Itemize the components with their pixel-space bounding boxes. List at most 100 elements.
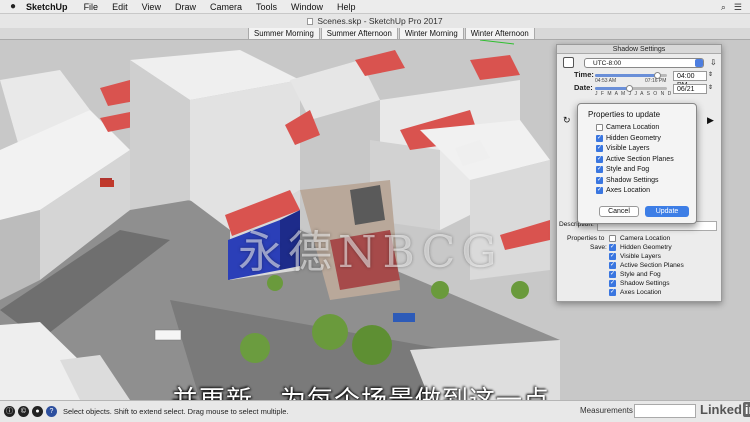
credits-icon[interactable]: © [18, 406, 29, 417]
brand-in-badge: in [742, 402, 750, 417]
checkbox-icon[interactable]: ✓ [596, 155, 603, 163]
app-name[interactable]: SketchUp [26, 2, 68, 12]
timezone-value: UTC-8:00 [593, 59, 622, 67]
menu-bar: ● SketchUp File Edit View Draw Camera To… [0, 0, 750, 14]
shadow-toggle-icon[interactable] [563, 57, 574, 68]
status-bar: ⓘ © ● ? Select objects. Shift to extend … [0, 400, 750, 422]
save-shadow-settings[interactable]: ✓ Shadow Settings [609, 280, 670, 287]
measurements-label: Measurements [580, 406, 633, 415]
update-button[interactable]: Update [645, 206, 689, 217]
save-active-section-planes[interactable]: ✓ Active Section Planes [609, 262, 684, 269]
option-label: Axes Location [606, 187, 650, 194]
time-slider-fill [595, 74, 657, 77]
option-label: Visible Layers [606, 145, 650, 152]
checkbox-icon[interactable]: ✓ [596, 187, 603, 194]
document-icon [307, 17, 314, 25]
checkbox-icon[interactable]: ✓ [609, 253, 616, 260]
menu-tools[interactable]: Tools [256, 2, 277, 12]
update-axes-location[interactable]: ✓ Axes Location [596, 187, 650, 194]
option-label: Shadow Settings [606, 176, 659, 184]
menu-file[interactable]: File [84, 2, 99, 12]
checkbox-icon[interactable]: ✓ [609, 271, 616, 278]
measurements-field[interactable] [634, 404, 696, 418]
save-visible-layers[interactable]: ✓ Visible Layers [609, 253, 661, 260]
option-label: Camera Location [606, 124, 660, 131]
option-label: Shadow Settings [620, 280, 670, 287]
time-slider[interactable] [595, 72, 667, 79]
save-style-and-fog[interactable]: ✓ Style and Fog [609, 271, 661, 278]
time-field[interactable]: 04:00 PM [673, 71, 707, 89]
update-style-and-fog[interactable]: ✓ Style and Fog [596, 166, 649, 173]
menu-draw[interactable]: Draw [175, 2, 196, 12]
chevron-down-icon [695, 58, 703, 67]
refresh-icon[interactable]: ↻ [563, 115, 571, 126]
brand-text: Linked [700, 402, 742, 417]
scene-tabs-bar: Summer Morning Summer Afternoon Winter M… [0, 28, 750, 40]
checkbox-icon[interactable]: ✓ [596, 145, 603, 152]
tab-summer-morning[interactable]: Summer Morning [248, 28, 320, 40]
option-label: Visible Layers [620, 253, 661, 260]
tab-winter-afternoon[interactable]: Winter Afternoon [464, 28, 535, 40]
option-label: Active Section Planes [606, 155, 674, 163]
checkbox-icon[interactable]: ✓ [596, 134, 603, 142]
month-ticks: J F M A M J J A S O N D [595, 91, 673, 97]
cancel-button[interactable]: Cancel [599, 206, 639, 217]
properties-to-update-dialog: Properties to update Camera Location ✓ Hi… [577, 103, 697, 224]
expand-icon[interactable]: ⇩ [710, 58, 717, 67]
save-camera-location[interactable]: Camera Location [609, 235, 670, 242]
watermark-text: 永德NBCG [238, 227, 503, 278]
update-shadow-settings[interactable]: ✓ Shadow Settings [596, 176, 659, 184]
window-titlebar: Scenes.skp - SketchUp Pro 2017 [0, 14, 750, 28]
date-slider[interactable] [595, 85, 667, 92]
checkbox-icon[interactable]: ✓ [596, 166, 603, 173]
menu-camera[interactable]: Camera [210, 2, 242, 12]
date-label: Date: [574, 83, 593, 92]
save-axes-location[interactable]: ✓ Axes Location [609, 289, 661, 296]
checkbox-icon[interactable] [609, 235, 616, 242]
option-label: Hidden Geometry [620, 244, 672, 251]
date-field[interactable]: 06/21 [673, 84, 707, 94]
search-icon[interactable]: ⌕ [721, 2, 726, 13]
menu-window[interactable]: Window [291, 2, 323, 12]
user-icon[interactable]: ● [32, 406, 43, 417]
update-active-section-planes[interactable]: ✓ Active Section Planes [596, 155, 674, 163]
update-hidden-geometry[interactable]: ✓ Hidden Geometry [596, 134, 661, 142]
checkbox-icon[interactable]: ✓ [596, 176, 603, 184]
stepper-icon[interactable]: ⇕ [708, 84, 713, 91]
option-label: Hidden Geometry [606, 134, 661, 142]
menu-view[interactable]: View [142, 2, 161, 12]
checkbox-icon[interactable] [596, 124, 603, 131]
option-label: Active Section Planes [620, 262, 684, 269]
tab-summer-afternoon[interactable]: Summer Afternoon [320, 28, 398, 40]
option-label: Camera Location [620, 235, 671, 242]
checkbox-icon[interactable]: ✓ [609, 280, 616, 287]
geo-location-icon[interactable]: ⓘ [4, 406, 15, 417]
time-end: 07:16 PM [645, 78, 667, 84]
update-camera-location[interactable]: Camera Location [596, 124, 659, 131]
date-slider-fill [595, 87, 629, 90]
save-label: Save: [590, 244, 607, 251]
timezone-select[interactable]: UTC-8:00 [584, 57, 704, 68]
arrow-right-icon[interactable]: ▶ [707, 115, 714, 126]
status-text: Select objects. Shift to extend select. … [63, 407, 289, 416]
checkbox-icon[interactable]: ✓ [609, 244, 616, 251]
checkbox-icon[interactable]: ✓ [609, 289, 616, 296]
dialog-title: Properties to update [588, 110, 661, 119]
menubar-status-icons: ⌕ ☰ [721, 2, 742, 13]
list-icon[interactable]: ☰ [734, 2, 742, 13]
shadow-settings-title: Shadow Settings [557, 45, 721, 54]
help-icon[interactable]: ? [46, 406, 57, 417]
checkbox-icon[interactable]: ✓ [609, 262, 616, 269]
tab-winter-morning[interactable]: Winter Morning [398, 28, 464, 40]
window-title: Scenes.skp - SketchUp Pro 2017 [317, 16, 443, 26]
stepper-icon[interactable]: ⇕ [708, 71, 713, 78]
linkedin-logo: Linkedin [700, 402, 750, 417]
option-label: Axes Location [620, 289, 662, 296]
option-label: Style and Fog [620, 271, 661, 278]
menu-edit[interactable]: Edit [112, 2, 128, 12]
apple-icon[interactable]: ● [10, 1, 16, 12]
save-hidden-geometry[interactable]: ✓ Hidden Geometry [609, 244, 672, 251]
option-label: Style and Fog [606, 166, 650, 173]
update-visible-layers[interactable]: ✓ Visible Layers [596, 145, 649, 152]
menu-help[interactable]: Help [337, 2, 356, 12]
